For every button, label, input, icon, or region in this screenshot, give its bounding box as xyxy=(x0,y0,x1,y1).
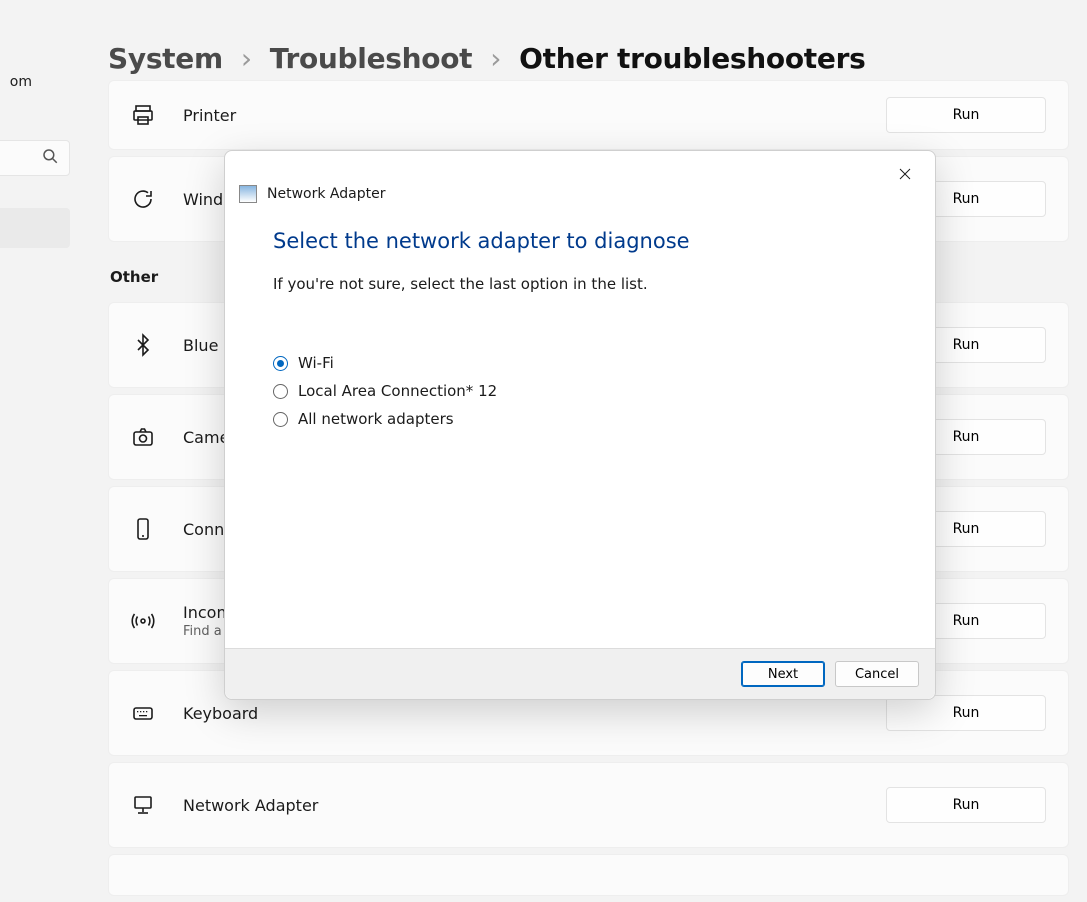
radio-label: All network adapters xyxy=(298,410,454,428)
troubleshooter-app-icon xyxy=(239,185,257,203)
troubleshooter-row-printer: Printer Run xyxy=(108,80,1069,150)
keyboard-icon xyxy=(131,701,155,725)
network-icon xyxy=(131,793,155,817)
cancel-button[interactable]: Cancel xyxy=(835,661,919,687)
chevron-right-icon: › xyxy=(241,42,252,75)
dialog-description: If you're not sure, select the last opti… xyxy=(273,275,887,293)
breadcrumb-current: Other troubleshooters xyxy=(519,42,865,75)
camera-icon xyxy=(131,425,155,449)
troubleshooter-title: Keyboard xyxy=(183,704,858,723)
radio-icon xyxy=(273,384,288,399)
search-icon xyxy=(41,147,59,169)
phone-icon xyxy=(131,517,155,541)
broadcast-icon xyxy=(131,609,155,633)
bluetooth-icon xyxy=(131,333,155,357)
sidebar-selected-item[interactable] xyxy=(0,208,70,248)
next-button[interactable]: Next xyxy=(741,661,825,687)
sidebar-fragment: om xyxy=(0,0,70,882)
network-adapter-dialog: Network Adapter Select the network adapt… xyxy=(224,150,936,700)
troubleshooter-title: Network Adapter xyxy=(183,796,858,815)
breadcrumb-troubleshoot[interactable]: Troubleshoot xyxy=(270,42,473,75)
dialog-caption: Network Adapter xyxy=(267,186,385,202)
radio-icon xyxy=(273,356,288,371)
breadcrumb: System › Troubleshoot › Other troublesho… xyxy=(108,32,1087,84)
dialog-heading: Select the network adapter to diagnose xyxy=(273,229,887,253)
run-button[interactable]: Run xyxy=(886,787,1046,823)
sidebar-search[interactable] xyxy=(0,140,70,176)
radio-icon xyxy=(273,412,288,427)
printer-icon xyxy=(131,103,155,127)
radio-label: Wi-Fi xyxy=(298,354,334,372)
chevron-right-icon: › xyxy=(490,42,501,75)
radio-option-wifi[interactable]: Wi-Fi xyxy=(273,349,887,377)
troubleshooter-row-partial xyxy=(108,854,1069,896)
breadcrumb-system[interactable]: System xyxy=(108,42,223,75)
radio-option-lan[interactable]: Local Area Connection* 12 xyxy=(273,377,887,405)
sidebar-text-fragment: om xyxy=(10,74,32,90)
close-icon xyxy=(899,165,911,184)
radio-option-all[interactable]: All network adapters xyxy=(273,405,887,433)
refresh-icon xyxy=(131,187,155,211)
troubleshooter-title: Printer xyxy=(183,106,858,125)
run-button[interactable]: Run xyxy=(886,695,1046,731)
run-button[interactable]: Run xyxy=(886,97,1046,133)
troubleshooter-row-network-adapter: Network Adapter Run xyxy=(108,762,1069,848)
radio-label: Local Area Connection* 12 xyxy=(298,382,497,400)
